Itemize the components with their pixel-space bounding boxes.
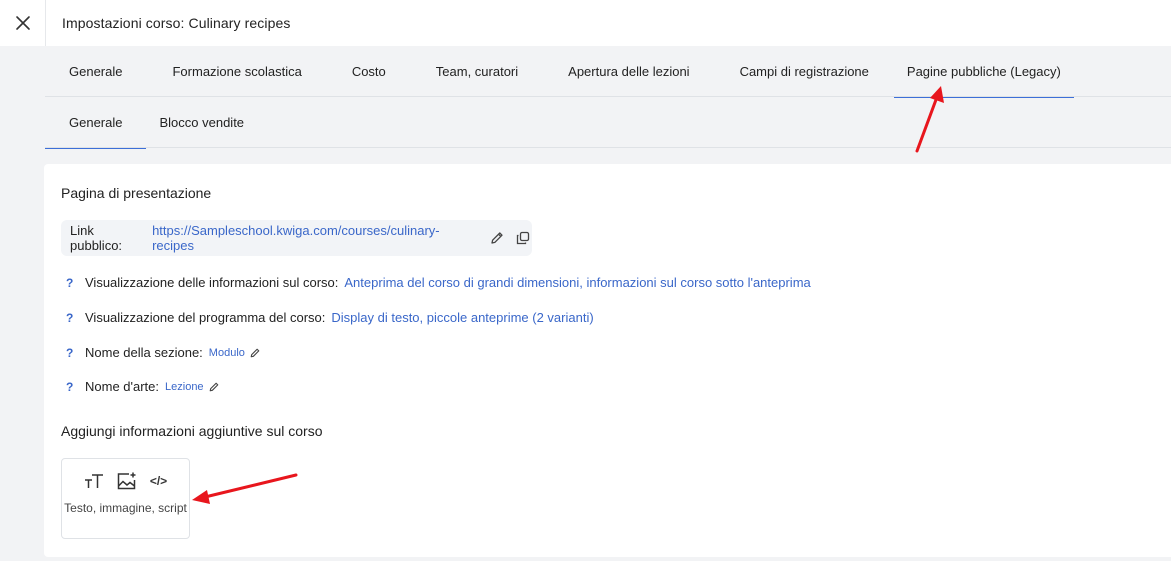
tab-pagine-pubbliche[interactable]: Pagine pubbliche (Legacy) bbox=[893, 46, 1074, 98]
main-tabs: Generale Formazione scolastica Costo Tea… bbox=[45, 46, 1171, 98]
setting-label: Nome d'arte: bbox=[85, 379, 160, 394]
close-icon bbox=[15, 16, 30, 30]
edit-link-button[interactable] bbox=[489, 229, 507, 247]
setting-value-link[interactable]: Modulo bbox=[209, 347, 245, 359]
setting-label: Visualizzazione delle informazioni sul c… bbox=[85, 275, 339, 290]
help-icon[interactable]: ? bbox=[66, 380, 85, 394]
pencil-icon bbox=[491, 232, 504, 244]
tab-generale[interactable]: Generale bbox=[69, 46, 122, 97]
close-button[interactable] bbox=[0, 0, 46, 46]
subtab-blocco-vendite[interactable]: Blocco vendite bbox=[159, 97, 244, 148]
setting-value-link[interactable]: Lezione bbox=[165, 381, 204, 393]
setting-course-info-display: ? Visualizzazione delle informazioni sul… bbox=[66, 275, 811, 290]
page-title: Impostazioni corso: Culinary recipes bbox=[62, 15, 291, 31]
add-content-tile[interactable]: </> Testo, immagine, script bbox=[61, 458, 190, 539]
pencil-icon bbox=[209, 382, 218, 391]
setting-program-display: ? Visualizzazione del programma del cors… bbox=[66, 310, 594, 325]
section-title-aggiuntive: Aggiungi informazioni aggiuntive sul cor… bbox=[61, 423, 323, 439]
public-link-box: Link pubblico: https://Sampleschool.kwig… bbox=[61, 220, 532, 256]
setting-value-link[interactable]: Display di testo, piccole anteprime (2 v… bbox=[331, 310, 593, 325]
text-size-icon bbox=[84, 474, 103, 488]
setting-section-name: ? Nome della sezione: Modulo bbox=[66, 345, 261, 360]
setting-label: Visualizzazione del programma del corso: bbox=[85, 310, 326, 325]
tab-apertura-lezioni[interactable]: Apertura delle lezioni bbox=[568, 46, 689, 97]
public-link-label: Link pubblico: bbox=[70, 223, 123, 253]
section-title-presentazione: Pagina di presentazione bbox=[61, 185, 212, 201]
tab-costo[interactable]: Costo bbox=[352, 46, 386, 97]
add-image-icon bbox=[117, 472, 136, 490]
help-icon[interactable]: ? bbox=[66, 276, 85, 290]
copy-icon bbox=[516, 231, 530, 245]
tab-campi-registrazione[interactable]: Campi di registrazione bbox=[740, 46, 869, 97]
code-icon: </> bbox=[149, 474, 168, 488]
pencil-icon bbox=[250, 348, 260, 357]
copy-link-button[interactable] bbox=[514, 229, 532, 247]
tile-label: Testo, immagine, script bbox=[64, 501, 187, 515]
setting-label: Nome della sezione: bbox=[85, 345, 203, 360]
tab-team-curatori[interactable]: Team, curatori bbox=[436, 46, 518, 97]
setting-stage-name: ? Nome d'arte: Lezione bbox=[66, 379, 220, 394]
tab-formazione-scolastica[interactable]: Formazione scolastica bbox=[172, 46, 301, 97]
help-icon[interactable]: ? bbox=[66, 346, 85, 360]
public-link-url[interactable]: https://Sampleschool.kwiga.com/courses/c… bbox=[152, 223, 476, 253]
setting-value-link[interactable]: Anteprima del corso di grandi dimensioni… bbox=[344, 275, 810, 290]
top-bar: Impostazioni corso: Culinary recipes bbox=[0, 0, 1171, 46]
tile-icons: </> bbox=[62, 472, 189, 490]
subtab-generale[interactable]: Generale bbox=[45, 97, 147, 149]
edit-stage-name-button[interactable] bbox=[208, 381, 220, 393]
help-icon[interactable]: ? bbox=[66, 311, 85, 325]
content-card: Pagina di presentazione Link pubblico: h… bbox=[44, 164, 1171, 557]
edit-section-name-button[interactable] bbox=[249, 347, 261, 359]
sub-tabs: Generale Blocco vendite bbox=[45, 97, 1171, 149]
